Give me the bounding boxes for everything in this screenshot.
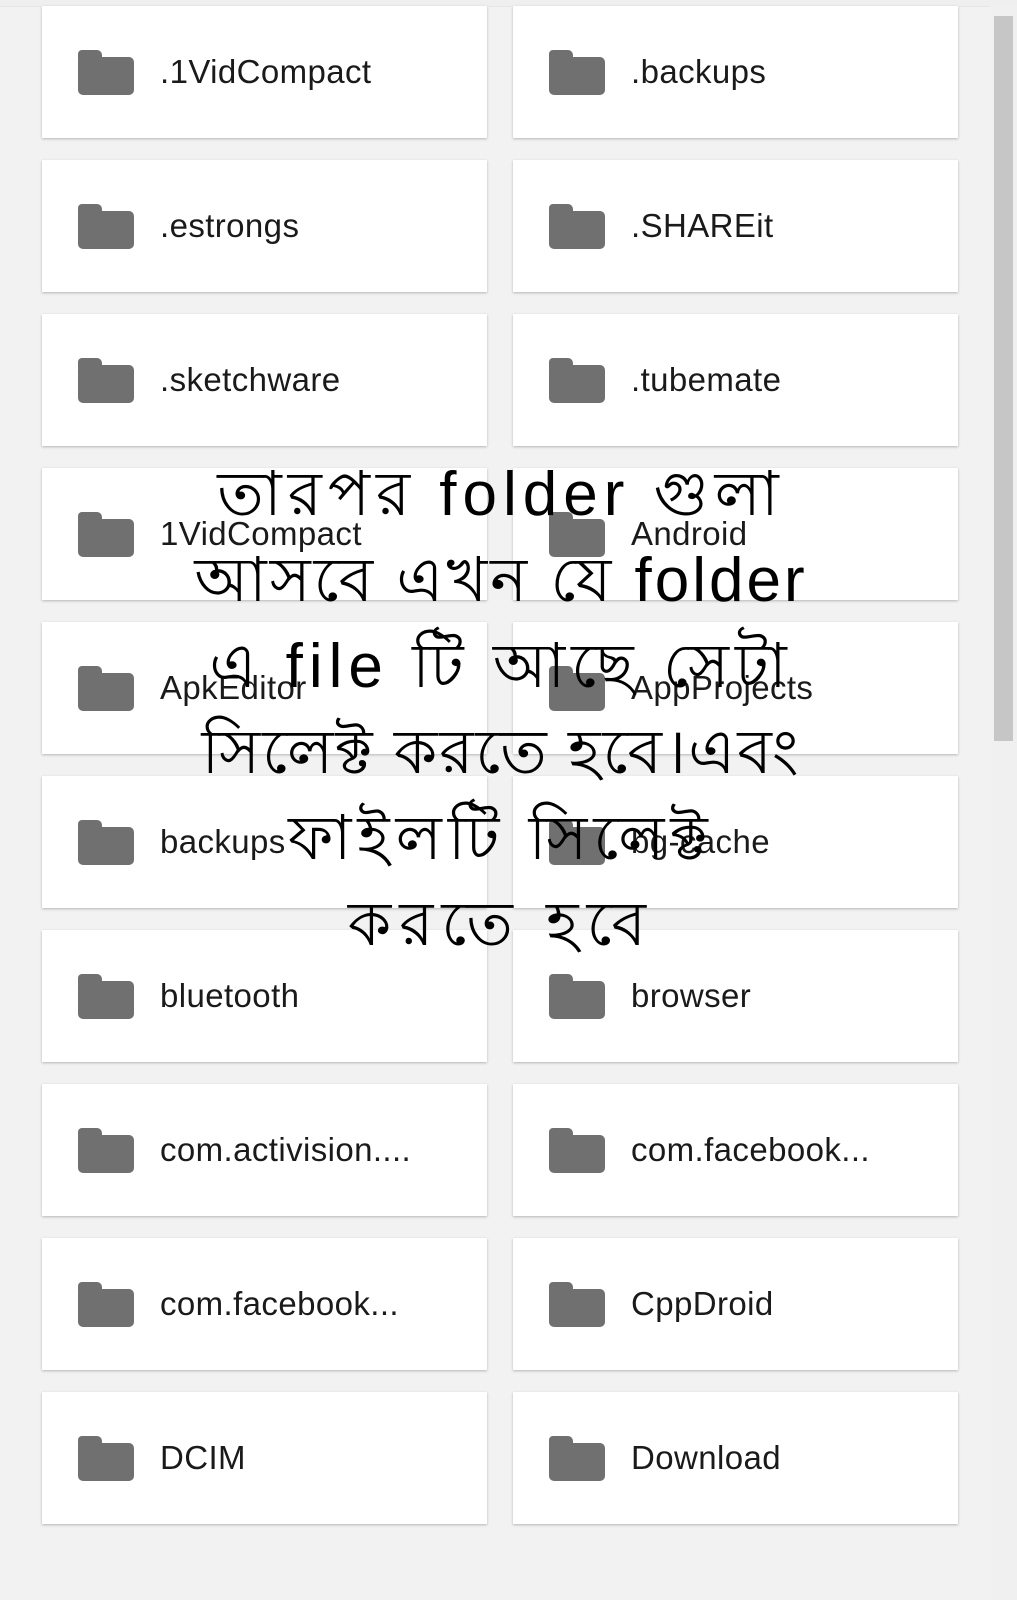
grid-row: bluetooth browser xyxy=(0,930,990,1062)
folder-icon xyxy=(78,665,134,711)
folder-icon xyxy=(78,1281,134,1327)
folder-icon xyxy=(549,511,605,557)
row-spacer xyxy=(0,1062,990,1084)
folder-icon xyxy=(78,511,134,557)
folder-card[interactable]: .1VidCompact xyxy=(42,6,487,138)
folder-card[interactable]: .estrongs xyxy=(42,160,487,292)
row-spacer xyxy=(0,138,990,160)
row-spacer xyxy=(0,1370,990,1392)
folder-name-label: com.facebook... xyxy=(160,1285,399,1322)
folder-card[interactable]: backups xyxy=(42,776,487,908)
folder-name-label: CppDroid xyxy=(631,1285,774,1322)
grid-row: .1VidCompact .backups xyxy=(0,6,990,138)
folder-name-label: com.facebook... xyxy=(631,1131,870,1168)
folder-icon xyxy=(549,203,605,249)
folder-card[interactable]: browser xyxy=(513,930,958,1062)
folder-card[interactable]: CppDroid xyxy=(513,1238,958,1370)
row-spacer xyxy=(0,600,990,622)
folder-name-label: .sketchware xyxy=(160,361,341,398)
folder-icon xyxy=(549,665,605,711)
folder-icon xyxy=(549,1127,605,1173)
folder-card[interactable]: Android xyxy=(513,468,958,600)
folder-card[interactable]: .sketchware xyxy=(42,314,487,446)
folder-name-label: AppProjects xyxy=(631,669,814,706)
folder-icon xyxy=(549,973,605,1019)
grid-row: com.activision.... com.facebook... xyxy=(0,1084,990,1216)
grid-row: ApkEditor AppProjects xyxy=(0,622,990,754)
row-spacer xyxy=(0,754,990,776)
folder-icon xyxy=(78,1127,134,1173)
folder-card[interactable]: .SHAREit xyxy=(513,160,958,292)
folder-name-label: Android xyxy=(631,515,748,552)
folder-name-label: .backups xyxy=(631,53,767,90)
folder-icon xyxy=(549,1435,605,1481)
folder-icon xyxy=(549,49,605,95)
row-spacer xyxy=(0,908,990,930)
folder-icon xyxy=(549,1281,605,1327)
grid-row: com.facebook... CppDroid xyxy=(0,1238,990,1370)
folder-icon xyxy=(549,819,605,865)
folder-name-label: .estrongs xyxy=(160,207,300,244)
folder-name-label: Download xyxy=(631,1439,781,1476)
row-spacer xyxy=(0,292,990,314)
folder-card[interactable]: 1VidCompact xyxy=(42,468,487,600)
vertical-scrollbar-track[interactable] xyxy=(990,6,1017,1600)
folder-card[interactable]: .tubemate xyxy=(513,314,958,446)
folder-name-label: DCIM xyxy=(160,1439,246,1476)
row-spacer xyxy=(0,1216,990,1238)
folder-name-label: 1VidCompact xyxy=(160,515,362,552)
folder-card[interactable]: com.activision.... xyxy=(42,1084,487,1216)
folder-name-label: .SHAREit xyxy=(631,207,774,244)
folder-name-label: backups xyxy=(160,823,286,860)
row-spacer xyxy=(0,446,990,468)
folder-name-label: .tubemate xyxy=(631,361,782,398)
folder-name-label: bg-cache xyxy=(631,823,770,860)
folder-name-label: browser xyxy=(631,977,752,1014)
folder-card[interactable]: com.facebook... xyxy=(42,1238,487,1370)
folder-icon xyxy=(78,49,134,95)
grid-row: 1VidCompact Android xyxy=(0,468,990,600)
grid-row: DCIM Download xyxy=(0,1392,990,1524)
folder-icon xyxy=(78,973,134,1019)
folder-icon xyxy=(78,203,134,249)
folder-card[interactable]: bluetooth xyxy=(42,930,487,1062)
folder-name-label: .1VidCompact xyxy=(160,53,372,90)
grid-row: .sketchware .tubemate xyxy=(0,314,990,446)
folder-name-label: ApkEditor xyxy=(160,669,307,706)
folder-card[interactable]: AppProjects xyxy=(513,622,958,754)
file-grid: .1VidCompact .backups .estrongs .SHAREit .sk… xyxy=(0,6,990,1524)
folder-icon xyxy=(78,357,134,403)
folder-card[interactable]: Download xyxy=(513,1392,958,1524)
vertical-scrollbar-thumb[interactable] xyxy=(994,16,1013,741)
folder-icon xyxy=(78,1435,134,1481)
folder-name-label: com.activision.... xyxy=(160,1131,412,1168)
folder-icon xyxy=(78,819,134,865)
folder-name-label: bluetooth xyxy=(160,977,300,1014)
folder-icon xyxy=(549,357,605,403)
folder-card[interactable]: ApkEditor xyxy=(42,622,487,754)
grid-row: backups bg-cache xyxy=(0,776,990,908)
folder-card[interactable]: .backups xyxy=(513,6,958,138)
folder-card[interactable]: bg-cache xyxy=(513,776,958,908)
folder-card[interactable]: com.facebook... xyxy=(513,1084,958,1216)
folder-card[interactable]: DCIM xyxy=(42,1392,487,1524)
grid-row: .estrongs .SHAREit xyxy=(0,160,990,292)
